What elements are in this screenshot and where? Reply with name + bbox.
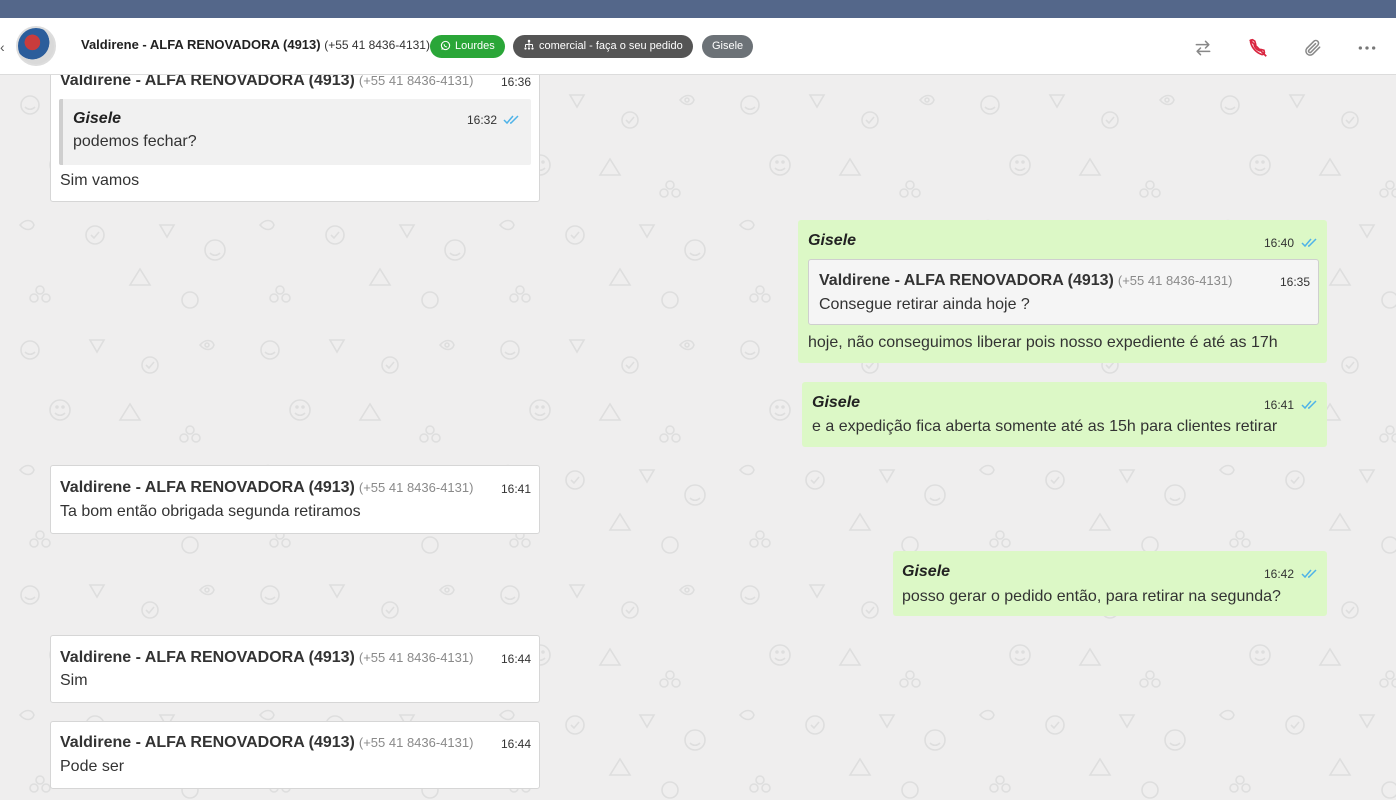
quoted-sender: Gisele bbox=[73, 110, 122, 127]
sender-name: Valdirene - ALFA RENOVADORA (4913) bbox=[60, 479, 355, 496]
message-incoming[interactable]: Valdirene - ALFA RENOVADORA (4913) (+55 4… bbox=[50, 721, 540, 789]
sender-phone: (+55 41 8436-4131) bbox=[358, 75, 474, 88]
message-time: 16:41 bbox=[501, 482, 532, 496]
attach-button[interactable] bbox=[1300, 35, 1326, 61]
sitemap-icon bbox=[524, 39, 534, 50]
contact-name: Valdirene - ALFA RENOVADORA (4913) bbox=[81, 37, 321, 52]
message-outgoing[interactable]: Gisele 16:41 e a expedição fica aberta s… bbox=[802, 382, 1327, 447]
message-outgoing[interactable]: Gisele 16:40 Valdirene - ALFA RENOVADORA… bbox=[798, 220, 1327, 363]
more-options-button[interactable] bbox=[1354, 35, 1380, 61]
back-chevron-icon[interactable]: ‹ bbox=[0, 39, 5, 55]
transfer-icon bbox=[1195, 40, 1211, 56]
quoted-sender-phone: (+55 41 8436-4131) bbox=[1117, 273, 1233, 288]
message-time: 16:44 bbox=[501, 737, 532, 751]
more-icon bbox=[1358, 46, 1376, 50]
read-ticks-icon bbox=[1301, 400, 1317, 410]
sender-name: Valdirene - ALFA RENOVADORA (4913) bbox=[60, 649, 355, 666]
sender-phone: (+55 41 8436-4131) bbox=[358, 650, 474, 665]
quoted-time: 16:35 bbox=[1280, 275, 1311, 289]
read-ticks-icon bbox=[503, 115, 519, 125]
avatar[interactable] bbox=[16, 26, 56, 66]
tag-queue[interactable]: comercial - faça o seu pedido bbox=[513, 35, 693, 58]
end-call-button[interactable] bbox=[1245, 35, 1271, 61]
read-ticks-icon bbox=[1301, 569, 1317, 579]
quoted-text: podemos fechar? bbox=[73, 133, 197, 150]
message-sender: Valdirene - ALFA RENOVADORA (4913) (+55 4… bbox=[60, 649, 473, 667]
quoted-time: 16:32 bbox=[467, 113, 498, 127]
chat-area[interactable]: Valdirene - ALFA RENOVADORA (4913) (+55 4… bbox=[0, 75, 1396, 800]
tag-label: Gisele bbox=[712, 40, 744, 52]
tag-label: Lourdes bbox=[455, 40, 495, 52]
message-time: 16:40 bbox=[1264, 236, 1295, 250]
message-sender: Gisele bbox=[808, 232, 857, 249]
quoted-text: Consegue retirar ainda hoje ? bbox=[819, 296, 1030, 313]
message-text: posso gerar o pedido então, para retirar… bbox=[902, 588, 1281, 605]
tag-label: comercial - faça o seu pedido bbox=[539, 40, 683, 52]
message-text: Ta bom então obrigada segunda retiramos bbox=[60, 503, 361, 520]
transfer-button[interactable] bbox=[1190, 35, 1216, 61]
message-sender: Gisele bbox=[812, 394, 861, 411]
message-time: 16:36 bbox=[501, 75, 532, 89]
message-incoming[interactable]: Valdirene - ALFA RENOVADORA (4913) (+55 4… bbox=[50, 465, 540, 534]
window-top-strip bbox=[0, 0, 1396, 18]
message-text: e a expedição fica aberta somente até as… bbox=[812, 418, 1278, 435]
quoted-message[interactable]: Valdirene - ALFA RENOVADORA (4913) (+55 4… bbox=[808, 259, 1319, 325]
quoted-sender-name: Valdirene - ALFA RENOVADORA (4913) bbox=[819, 272, 1114, 289]
attach-icon bbox=[1305, 39, 1321, 56]
contact-title[interactable]: Valdirene - ALFA RENOVADORA (4913) (+55 … bbox=[81, 37, 430, 52]
message-text: hoje, não conseguimos liberar pois nosso… bbox=[808, 334, 1278, 351]
message-sender: Gisele bbox=[902, 563, 951, 580]
quoted-message[interactable]: Gisele 16:32 podemos fechar? bbox=[59, 99, 531, 165]
quoted-sender: Valdirene - ALFA RENOVADORA (4913) (+55 4… bbox=[819, 272, 1232, 290]
message-time: 16:41 bbox=[1264, 398, 1295, 412]
sender-phone: (+55 41 8436-4131) bbox=[358, 735, 474, 750]
sender-name: Valdirene - ALFA RENOVADORA (4913) bbox=[60, 75, 355, 89]
message-outgoing[interactable]: Gisele 16:42 posso gerar o pedido então,… bbox=[893, 551, 1327, 616]
message-text: Sim bbox=[60, 672, 88, 689]
message-time: 16:42 bbox=[1264, 567, 1295, 581]
message-sender: Valdirene - ALFA RENOVADORA (4913) (+55 4… bbox=[60, 75, 473, 90]
message-time: 16:44 bbox=[501, 652, 532, 666]
end-call-icon bbox=[1249, 38, 1267, 57]
whatsapp-icon bbox=[440, 40, 451, 51]
message-sender: Valdirene - ALFA RENOVADORA (4913) (+55 4… bbox=[60, 734, 473, 752]
contact-phone: (+55 41 8436-4131) bbox=[324, 38, 430, 52]
message-sender: Valdirene - ALFA RENOVADORA (4913) (+55 4… bbox=[60, 479, 473, 497]
sender-phone: (+55 41 8436-4131) bbox=[358, 480, 474, 495]
tag-connection[interactable]: Lourdes bbox=[430, 35, 505, 58]
read-ticks-icon bbox=[1301, 238, 1317, 248]
chat-header: ‹ Valdirene - ALFA RENOVADORA (4913) (+5… bbox=[0, 18, 1396, 75]
message-incoming[interactable]: Valdirene - ALFA RENOVADORA (4913) (+55 4… bbox=[50, 75, 540, 202]
message-text: Pode ser bbox=[60, 758, 125, 775]
message-incoming[interactable]: Valdirene - ALFA RENOVADORA (4913) (+55 4… bbox=[50, 635, 540, 703]
message-text: Sim vamos bbox=[60, 172, 140, 189]
tag-agent[interactable]: Gisele bbox=[702, 35, 754, 58]
sender-name: Valdirene - ALFA RENOVADORA (4913) bbox=[60, 734, 355, 751]
